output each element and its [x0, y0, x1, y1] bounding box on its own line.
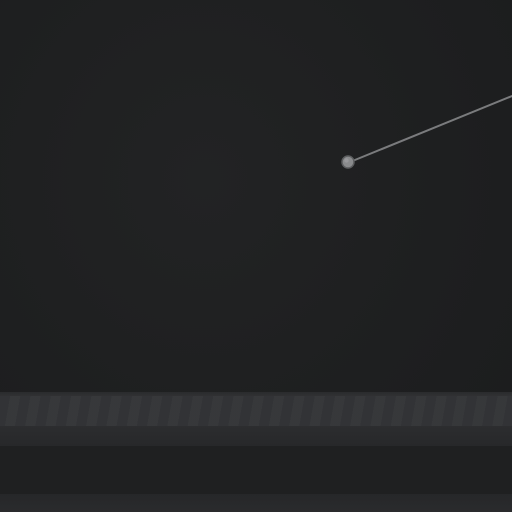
connector-line[interactable] [349, 95, 512, 163]
handle-dot-highlight [344, 158, 349, 163]
timeline-track[interactable] [0, 446, 512, 494]
timeline-ribbon[interactable] [0, 396, 512, 426]
timeline-ribbon-shade [0, 426, 512, 446]
viewport[interactable] [0, 0, 512, 512]
connector-wire [341, 95, 512, 169]
timeline-bottom-edge [0, 494, 512, 512]
canvas-area[interactable] [0, 0, 512, 392]
